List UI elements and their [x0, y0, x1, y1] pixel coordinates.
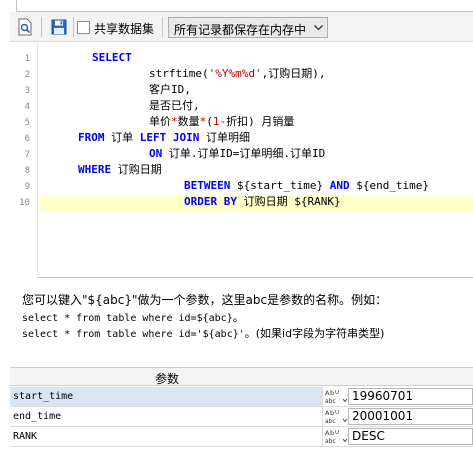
parameter-value-input[interactable]: 19960701	[348, 388, 473, 405]
parameter-value-input[interactable]: 20001001	[348, 408, 473, 425]
top-strip-border	[16, 0, 473, 12]
svg-text:b: b	[330, 429, 334, 437]
code-token: (	[206, 115, 213, 128]
keyword-where: WHERE	[78, 163, 112, 176]
code-line-4: 是否已付,	[149, 98, 200, 114]
svg-text:abc: abc	[325, 438, 336, 445]
parameters-header-label: 参数	[155, 372, 180, 386]
help-intro-text: 您可以键入"${abc}"做为一个参数，这里abc是参数的名称。例如：	[22, 293, 388, 307]
keyword-between: BETWEEN	[184, 179, 231, 192]
svg-text:U: U	[335, 390, 339, 396]
code-token: strftime(	[149, 67, 209, 80]
line-number: 5	[24, 118, 30, 128]
line-number-gutter: 1 2 3 4 5 6 7 8 9 10	[10, 43, 38, 278]
code-line-10: ORDER BY 订购日期 ${RANK}	[184, 194, 341, 210]
line-number: 10	[19, 198, 30, 208]
code-token: 订单.订单ID=订单明细.订单ID	[162, 147, 326, 160]
parameters-header: 参数	[10, 368, 473, 386]
share-dataset-label: 共享数据集	[94, 22, 155, 36]
code-token: 单价	[149, 115, 171, 128]
abc-type-icon[interactable]: A b U abc	[322, 407, 348, 426]
line-number: 3	[24, 86, 30, 96]
keyword-select: SELECT	[92, 51, 132, 64]
keyword-left-join: LEFT JOIN	[139, 131, 200, 144]
code-token: 客户ID,	[149, 83, 191, 96]
line-number: 9	[24, 182, 30, 192]
code-line-6: FROM 订单 LEFT JOIN 订单明细	[78, 130, 250, 146]
parameter-name[interactable]: end_time	[10, 407, 322, 426]
svg-text:abc: abc	[325, 418, 336, 425]
help-example-code: select * from table where id=${abc}	[22, 313, 233, 324]
code-token: ${start_time}	[230, 179, 330, 192]
parameter-row[interactable]: RANK A b U abc DESC	[10, 427, 473, 447]
code-token: 订购日期	[111, 163, 162, 176]
parameter-value-input[interactable]: DESC	[348, 428, 473, 445]
parameters-table: 参数 start_time A b U abc 19960701 end_tim…	[10, 367, 473, 458]
help-example-2: select * from table where id='${abc}'。(如…	[22, 325, 384, 341]
line-number: 6	[24, 134, 30, 144]
save-icon	[51, 19, 67, 35]
save-dataset-button[interactable]	[49, 17, 69, 37]
code-token: 订单	[104, 131, 140, 144]
parameter-help: 您可以键入"${abc}"做为一个参数，这里abc是参数的名称。例如： sele…	[10, 285, 473, 345]
parameter-name[interactable]: start_time	[10, 387, 322, 406]
toolbar-separator	[162, 17, 163, 37]
code-number: 1	[212, 115, 220, 128]
code-line-9: BETWEEN ${start_time} AND ${end_time}	[184, 178, 429, 194]
share-dataset-checkbox[interactable]	[77, 21, 90, 34]
abc-type-icon[interactable]: A b U abc	[322, 427, 348, 446]
code-line-3: 客户ID,	[149, 82, 191, 98]
code-operator: *	[171, 115, 178, 128]
keyword-and: AND	[329, 179, 350, 192]
preview-search-icon	[18, 18, 32, 36]
top-strip	[0, 0, 473, 12]
toolbar-separator	[41, 17, 42, 37]
code-token: 折扣) 月销量	[226, 115, 295, 128]
code-line-8: WHERE 订购日期	[78, 162, 162, 178]
line-number: 2	[24, 70, 30, 80]
keyword-order-by: ORDER BY	[184, 195, 237, 208]
code-token: ${end_time}	[349, 179, 430, 192]
toolbar-separator	[73, 17, 74, 37]
storage-mode-select[interactable]: 所有记录都保存在内存中	[168, 17, 328, 38]
svg-text:b: b	[330, 409, 334, 417]
code-line-7: ON 订单.订单ID=订单明细.订单ID	[149, 146, 325, 162]
svg-text:b: b	[330, 389, 334, 397]
code-token: ,订购日期),	[261, 67, 326, 80]
sql-editor[interactable]: 1 2 3 4 5 6 7 8 9 10 SELECT strftime('%Y…	[10, 43, 473, 278]
parameter-row[interactable]: start_time A b U abc 19960701	[10, 387, 473, 407]
line-number: 7	[24, 150, 30, 160]
line-number: 1	[24, 54, 30, 64]
code-line-5: 单价*数量*(1-折扣) 月销量	[149, 114, 294, 130]
chevron-down-icon	[309, 18, 327, 37]
line-number: 4	[24, 102, 30, 112]
help-example-1: select * from table where id=${abc}。	[22, 309, 244, 325]
code-token: 是否已付,	[149, 99, 200, 112]
svg-text:U: U	[335, 410, 339, 416]
storage-mode-value: 所有记录都保存在内存中	[174, 23, 307, 37]
preview-button[interactable]	[15, 17, 35, 37]
help-example-code: select * from table where id='${abc}'	[22, 329, 245, 340]
parameter-name[interactable]: RANK	[10, 427, 322, 446]
svg-text:abc: abc	[325, 398, 336, 405]
code-token: 数量	[177, 115, 200, 128]
code-string: '%Y%m%d'	[208, 67, 262, 80]
svg-text:U: U	[335, 430, 339, 436]
toolbar: 共享数据集 所有记录都保存在内存中	[10, 12, 473, 42]
parameter-row[interactable]: end_time A b U abc 20001001	[10, 407, 473, 427]
code-line-1: SELECT	[92, 50, 132, 66]
keyword-on: ON	[149, 147, 163, 160]
code-token: 订单明细	[199, 131, 250, 144]
help-example-note: 。(如果id字段为字符串类型)	[244, 327, 385, 340]
abc-type-icon[interactable]: A b U abc	[322, 387, 348, 406]
help-example-note: 。	[232, 311, 244, 324]
code-token: 订购日期 ${RANK}	[236, 195, 341, 208]
keyword-from: FROM	[78, 131, 105, 144]
line-number: 8	[24, 166, 30, 176]
code-line-2: strftime('%Y%m%d',订购日期),	[149, 66, 325, 82]
